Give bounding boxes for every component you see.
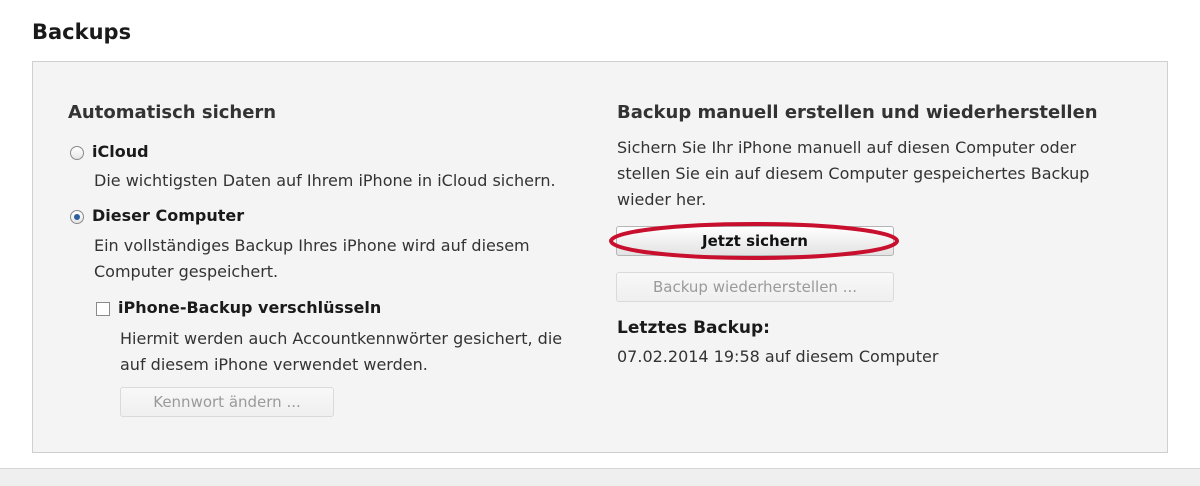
- manual-description-line-1: Sichern Sie Ihr iPhone manuell auf diese…: [617, 138, 1077, 157]
- auto-backup-heading: Automatisch sichern: [68, 102, 277, 123]
- last-backup-heading: Letztes Backup:: [617, 318, 770, 338]
- this-computer-description-line-2: Computer gespeichert.: [94, 262, 279, 281]
- manual-description-line-3: wieder her.: [617, 190, 707, 209]
- icloud-description: Die wichtigsten Daten auf Ihrem iPhone i…: [94, 171, 556, 190]
- backup-now-button[interactable]: Jetzt sichern: [616, 226, 894, 256]
- change-password-button[interactable]: Kennwort ändern ...: [120, 387, 334, 417]
- this-computer-radio[interactable]: [70, 210, 84, 224]
- backups-panel: Automatisch sichern iCloud Die wichtigst…: [32, 61, 1168, 453]
- manual-description-line-2: stellen Sie ein auf diesem Computer gesp…: [617, 164, 1090, 183]
- bottom-band: [0, 468, 1200, 486]
- icloud-label[interactable]: iCloud: [92, 142, 149, 161]
- encrypt-backup-label[interactable]: iPhone-Backup verschlüsseln: [118, 298, 381, 317]
- restore-backup-button[interactable]: Backup wiederherstellen ...: [616, 272, 894, 302]
- manual-backup-heading: Backup manuell erstellen und wiederherst…: [617, 102, 1098, 123]
- encrypt-backup-checkbox[interactable]: [96, 302, 110, 316]
- encrypt-description-line-1: Hiermit werden auch Accountkennwörter ge…: [120, 329, 563, 348]
- icloud-radio[interactable]: [70, 146, 84, 160]
- encrypt-description-line-2: auf diesem iPhone verwendet werden.: [120, 355, 428, 374]
- section-title: Backups: [32, 20, 132, 44]
- last-backup-value: 07.02.2014 19:58 auf diesem Computer: [617, 347, 939, 366]
- this-computer-label[interactable]: Dieser Computer: [92, 206, 244, 225]
- this-computer-description-line-1: Ein vollständiges Backup Ihres iPhone wi…: [94, 236, 530, 255]
